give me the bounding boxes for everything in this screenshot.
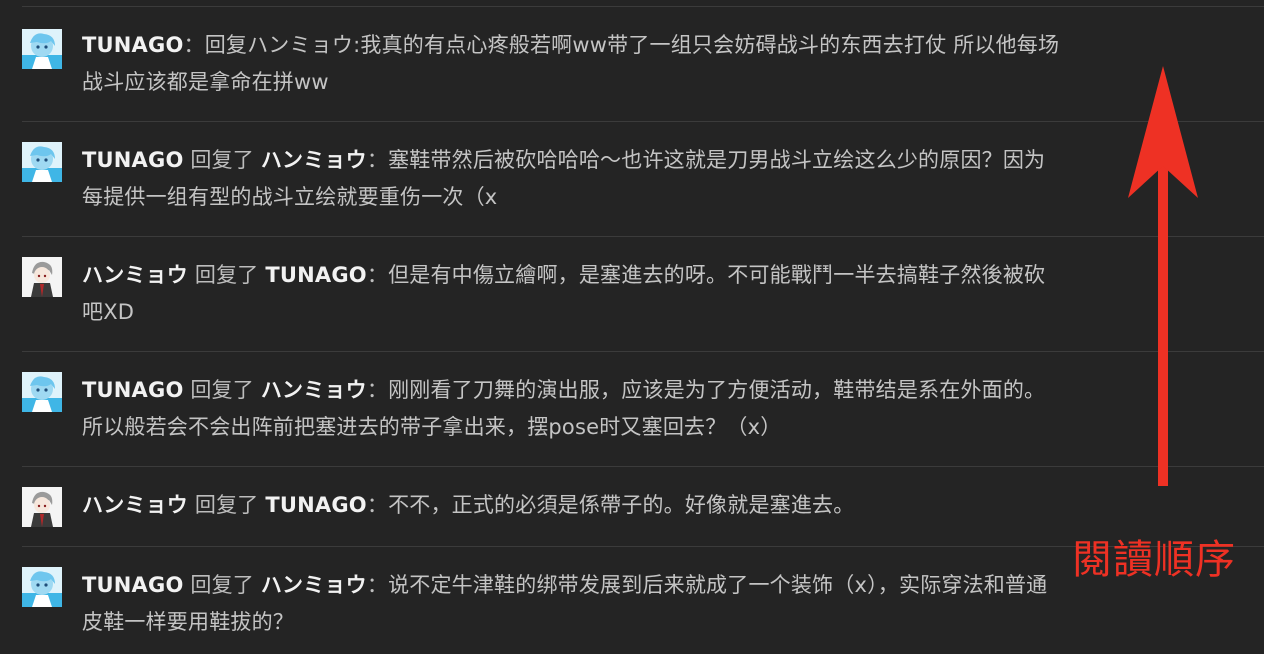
comment-author[interactable]: ハンミョウ	[82, 493, 188, 517]
comment-separator: ：	[183, 33, 205, 57]
reply-verb: 回复了	[188, 263, 266, 287]
comment-separator: ：	[366, 493, 389, 517]
up-arrow-icon	[1128, 66, 1198, 486]
reply-target[interactable]: TUNAGO	[265, 263, 367, 287]
comment-item: TUNAGO：回复ハンミョウ:我真的有点心疼般若啊ww带了一组只会妨碍战斗的东西…	[22, 7, 1264, 122]
comment-separator: ：	[366, 148, 389, 172]
tunago-avatar[interactable]	[22, 142, 62, 182]
reply-verb: 回复了	[183, 573, 261, 597]
comment-item: TUNAGO 回复了 ハンミョウ：塞鞋带然后被砍哈哈哈～也许这就是刀男战斗立绘这…	[22, 122, 1264, 237]
reply-verb: 回复了	[183, 378, 261, 402]
comment-text: ハンミョウ 回复了 TUNAGO：不不，正式的必須是係帶子的。好像就是塞進去。	[82, 487, 1062, 524]
comment-author[interactable]: TUNAGO	[82, 148, 184, 172]
reply-target[interactable]: ハンミョウ	[261, 148, 367, 172]
comment-author[interactable]: TUNAGO	[82, 33, 184, 57]
comment-separator: ：	[366, 263, 389, 287]
comment-item: TUNAGO 回复了 ハンミョウ：刚刚看了刀舞的演出服，应该是为了方便活动，鞋带…	[22, 352, 1264, 467]
comment-page: TUNAGO：回复ハンミョウ:我真的有点心疼般若啊ww带了一组只会妨碍战斗的东西…	[0, 0, 1264, 654]
reading-order-label: 閱讀順序	[1072, 537, 1236, 583]
comment-text: TUNAGO：回复ハンミョウ:我真的有点心疼般若啊ww带了一组只会妨碍战斗的东西…	[82, 27, 1062, 101]
comment-body: 回复ハンミョウ:我真的有点心疼般若啊ww带了一组只会妨碍战斗的东西去打仗 所以他…	[82, 33, 1060, 94]
hanmyou-avatar[interactable]	[22, 257, 62, 297]
comment-text: ハンミョウ 回复了 TUNAGO：但是有中傷立繪啊，是塞進去的呀。不可能戰鬥一半…	[82, 257, 1062, 331]
reply-target[interactable]: TUNAGO	[265, 493, 367, 517]
comment-text: TUNAGO 回复了 ハンミョウ：塞鞋带然后被砍哈哈哈～也许这就是刀男战斗立绘这…	[82, 142, 1062, 216]
comment-text: TUNAGO 回复了 ハンミョウ：刚刚看了刀舞的演出服，应该是为了方便活动，鞋带…	[82, 372, 1062, 446]
reply-target[interactable]: ハンミョウ	[261, 378, 367, 402]
reply-target[interactable]: ハンミョウ	[261, 573, 367, 597]
comment-author[interactable]: TUNAGO	[82, 378, 184, 402]
reply-verb: 回复了	[188, 493, 266, 517]
comment-separator: ：	[366, 573, 389, 597]
reply-verb: 回复了	[183, 148, 261, 172]
tunago-avatar[interactable]	[22, 567, 62, 607]
tunago-avatar[interactable]	[22, 29, 62, 69]
comment-author[interactable]: ハンミョウ	[82, 263, 188, 287]
comment-author[interactable]: TUNAGO	[82, 573, 184, 597]
comment-item: ハンミョウ 回复了 TUNAGO：但是有中傷立繪啊，是塞進去的呀。不可能戰鬥一半…	[22, 237, 1264, 352]
comment-body: 不不，正式的必須是係帶子的。好像就是塞進去。	[388, 493, 855, 517]
hanmyou-avatar[interactable]	[22, 487, 62, 527]
comment-text: TUNAGO 回复了 ハンミョウ：说不定牛津鞋的绑带发展到后来就成了一个装饰（x…	[82, 567, 1062, 641]
tunago-avatar[interactable]	[22, 372, 62, 412]
comment-separator: ：	[366, 378, 389, 402]
